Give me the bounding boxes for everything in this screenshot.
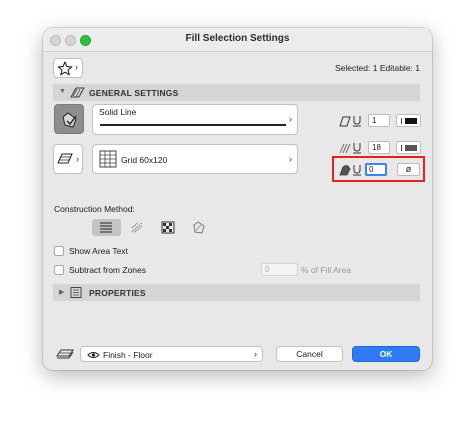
expand-triangle-icon: ▶ <box>59 289 65 296</box>
fill-pattern-name: Grid 60x120 <box>121 155 168 165</box>
dotted-pattern-icon <box>131 222 143 233</box>
fill-polygon-icon <box>62 112 77 128</box>
fill-pen-color[interactable] <box>396 114 421 127</box>
subtract-from-zones-checkbox[interactable] <box>54 265 64 275</box>
show-area-text-checkbox[interactable] <box>54 246 64 256</box>
chevron-right-icon: › <box>75 62 78 72</box>
fill-settings-icon <box>70 87 85 98</box>
construction-method-dots[interactable] <box>123 219 152 236</box>
chevron-right-icon: › <box>254 349 257 359</box>
title-bar: Fill Selection Settings <box>43 28 432 52</box>
window-title: Fill Selection Settings <box>185 33 290 44</box>
selection-info: Selected: 1 Editable: 1 <box>334 63 420 73</box>
construction-method-label: Construction Method: <box>54 204 135 214</box>
line-type-name: Solid Line <box>99 107 137 117</box>
fill-type-button[interactable] <box>54 104 84 134</box>
fill-area-percent-label: % of Fill Area <box>301 265 352 275</box>
favorite-selector[interactable]: Finish - Floor › <box>80 346 263 362</box>
fill-background-pen-icon <box>339 143 361 154</box>
pen-swatch <box>405 145 417 151</box>
chevron-right-icon: › <box>289 114 292 124</box>
cancel-button[interactable]: Cancel <box>276 346 343 362</box>
hatch-fill-icon <box>57 153 73 164</box>
construction-method-checker[interactable] <box>154 219 183 236</box>
favorites-button[interactable]: › <box>53 58 83 78</box>
surface-stack-icon <box>56 349 74 359</box>
gradient-pattern-icon <box>193 221 205 234</box>
chevron-right-icon: › <box>76 154 79 164</box>
checker-pattern-icon <box>161 221 175 234</box>
collapse-triangle-icon: ▼ <box>59 88 66 95</box>
properties-label: PROPERTIES <box>89 288 146 298</box>
fill-background-icon <box>339 165 361 176</box>
general-settings-label: GENERAL SETTINGS <box>89 88 179 98</box>
properties-header[interactable]: ▶ PROPERTIES <box>53 284 420 301</box>
general-settings-header[interactable]: ▼ GENERAL SETTINGS <box>53 84 420 101</box>
line-type-selector[interactable]: Solid Line › <box>92 104 298 135</box>
lines-pattern-icon <box>100 222 112 233</box>
background-pen-color[interactable] <box>396 141 421 154</box>
pen-swatch <box>405 118 417 124</box>
subtract-from-zones-label: Subtract from Zones <box>69 265 147 275</box>
favorite-name: Finish - Floor <box>103 350 153 360</box>
fill-category-button[interactable]: › <box>53 144 83 174</box>
fill-area-percent-field[interactable]: 0 <box>261 263 298 276</box>
background-color-field[interactable]: 0 <box>365 163 387 176</box>
grid-pattern-icon <box>99 150 117 168</box>
eye-icon <box>87 352 100 358</box>
properties-icon <box>70 287 82 298</box>
fill-pen-icon <box>339 116 361 127</box>
star-icon <box>57 61 73 76</box>
ok-button[interactable]: OK <box>352 346 420 362</box>
fill-pen-field[interactable]: 1 <box>368 114 390 127</box>
dialog-window: Fill Selection Settings › Selected: 1 Ed… <box>43 28 432 370</box>
fill-pattern-selector[interactable]: Grid 60x120 › <box>92 144 298 174</box>
construction-method-lines[interactable] <box>92 219 121 236</box>
line-preview <box>100 124 286 126</box>
no-background-button[interactable]: ø <box>397 163 420 176</box>
show-area-text-label: Show Area Text <box>69 246 128 256</box>
background-pen-field[interactable]: 18 <box>368 141 390 154</box>
chevron-right-icon: › <box>289 154 292 164</box>
construction-method-gradient[interactable] <box>185 219 214 236</box>
